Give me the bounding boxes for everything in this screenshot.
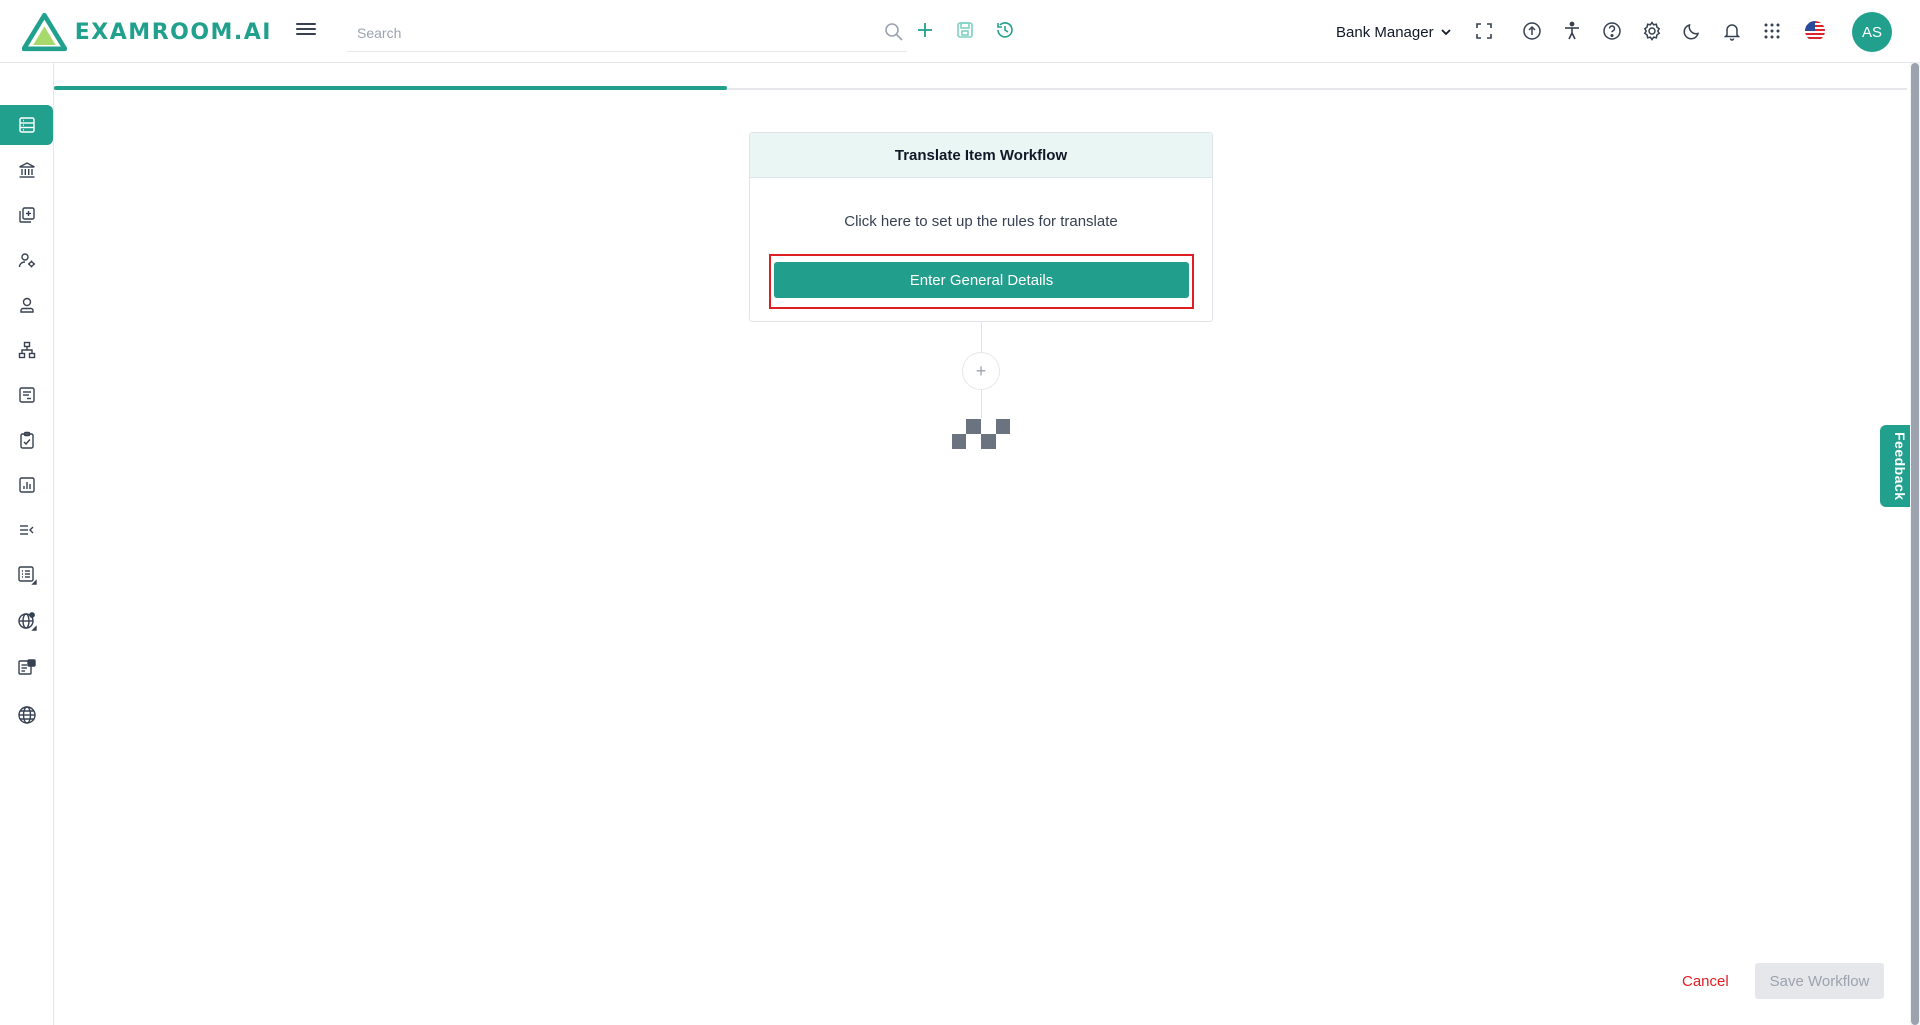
sidebar-item-globe[interactable] [0,695,53,735]
avatar-initials: AS [1861,23,1882,41]
history-icon [997,22,1013,38]
connector-line [981,390,982,418]
hierarchy-icon [18,341,35,359]
connector-line [981,322,982,352]
help-button[interactable] [1601,20,1623,42]
role-label: Bank Manager [1336,23,1434,41]
finish-flag-icon [952,419,1010,449]
search-icon[interactable] [884,22,904,42]
save-workflow-button[interactable]: Save Workflow [1755,963,1884,999]
language-button[interactable] [1804,20,1826,42]
workflow-progress-fill [54,86,727,90]
sidebar-item-clipboard[interactable] [0,420,53,460]
menu-toggle-button[interactable] [296,20,316,42]
search-bar [347,14,907,52]
notifications-icon [1723,24,1741,41]
sidebar-item-user[interactable] [0,285,53,325]
fullscreen-icon [1476,23,1492,39]
bank-icon [18,162,35,178]
add-step-button[interactable]: + [962,352,1000,390]
sidebar-item-translation[interactable] [0,648,53,688]
enter-general-details-button[interactable]: Enter General Details [774,262,1189,298]
list-icon [17,566,37,585]
role-select[interactable]: Bank Manager [1336,20,1452,44]
document-icon [18,387,35,403]
scrollbar-thumb[interactable] [1911,63,1919,1025]
sidebar-item-reports[interactable] [0,465,53,505]
sidebar-item-list[interactable] [0,555,53,595]
logo-icon [22,12,67,52]
list-collapse-icon [19,525,33,535]
workflow-progress [54,86,1907,90]
workflow-description: Click here to set up the rules for trans… [844,213,1118,230]
workflow-card: Translate Item Workflow Click here to se… [749,132,1213,322]
search-input[interactable] [357,22,857,44]
save-icon [957,22,973,38]
apps-grid-button[interactable] [1761,20,1783,42]
add-step-label: + [975,360,987,381]
feedback-label: Feedback [1892,431,1908,501]
dark-mode-icon [1683,23,1700,40]
translation-icon [17,659,36,675]
user-avatar[interactable]: AS [1852,12,1892,52]
sidebar-item-dashboard[interactable] [0,105,53,145]
sidebar-item-user-settings[interactable] [0,240,53,280]
apps-grid-icon [1764,23,1780,39]
sidebar-item-add-item[interactable] [0,195,53,235]
history-button[interactable] [994,19,1016,41]
dark-mode-button[interactable] [1681,20,1703,42]
fullscreen-button[interactable] [1473,20,1495,42]
dashboard-icon [18,117,35,133]
add-button[interactable] [914,19,936,41]
user-icon [19,297,34,313]
settings-icon [1643,21,1661,41]
bar-chart-icon [18,477,35,493]
sidebar-item-hierarchy[interactable] [0,330,53,370]
user-settings-icon [18,253,35,268]
clipboard-check-icon [19,431,34,449]
cancel-button[interactable]: Cancel [1682,969,1729,993]
left-sidebar [0,63,54,1025]
top-bar: EXAMROOM.AI Bank Manager [0,0,1920,63]
vertical-scrollbar[interactable] [1910,63,1920,1025]
sidebar-item-globe-settings[interactable] [0,601,53,641]
app-logo[interactable]: EXAMROOM.AI [22,12,272,52]
workflow-title: Translate Item Workflow [750,133,1212,178]
accessibility-icon [1565,21,1579,40]
save-draft-button[interactable] [954,19,976,41]
upload-icon [1523,22,1541,40]
help-icon [1603,22,1621,40]
notifications-button[interactable] [1721,20,1743,42]
sidebar-item-collapse-list[interactable] [0,510,53,550]
sidebar-item-document[interactable] [0,375,53,415]
chevron-down-icon [1440,29,1451,36]
add-item-icon [18,207,35,223]
globe-settings-icon [17,612,37,631]
globe-icon [17,706,36,724]
accessibility-button[interactable] [1561,20,1583,42]
logo-text: EXAMROOM.AI [74,19,272,45]
upload-button[interactable] [1521,20,1543,42]
sidebar-item-bank[interactable] [0,150,53,190]
us-flag-icon [1805,21,1825,41]
add-icon [918,23,932,37]
settings-button[interactable] [1641,20,1663,42]
